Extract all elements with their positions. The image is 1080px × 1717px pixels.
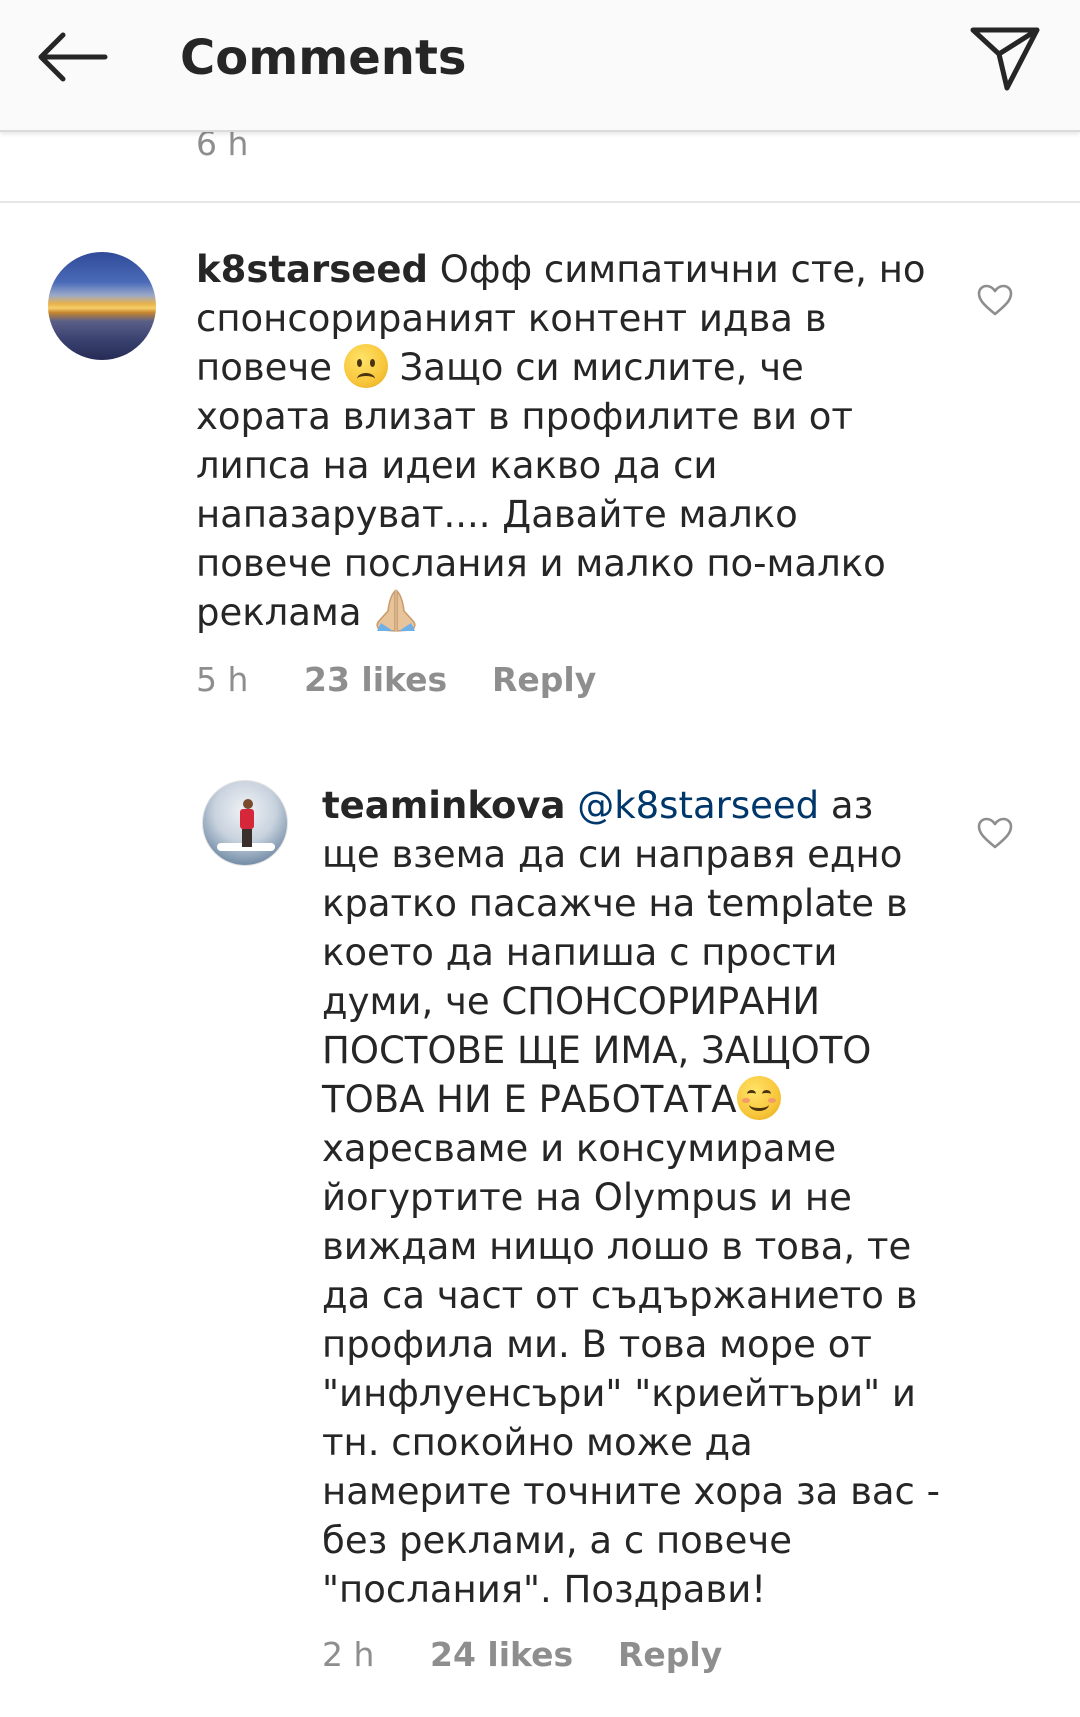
arrow-left-icon: [38, 32, 108, 82]
heart-icon: [977, 817, 1013, 849]
likes-count[interactable]: 24 likes: [430, 1635, 573, 1675]
folded-hands-icon: [373, 589, 419, 645]
heart-icon: [977, 284, 1013, 316]
comment-text-segment: Защо си мислите, че хората влизат в проф…: [196, 346, 886, 634]
comment-text-segment: харесваме и консумираме йогуртите на Oly…: [322, 1127, 941, 1611]
page-title: Comments: [180, 30, 467, 86]
comment-timestamp: 2 h: [322, 1635, 375, 1674]
top-bar: Comments: [0, 0, 1080, 132]
comment-username[interactable]: teaminkova: [322, 784, 565, 827]
reply-button[interactable]: Reply: [618, 1635, 722, 1675]
reply-comment-text: teaminkova @k8starseed аз ще взема да си…: [322, 781, 942, 1614]
comment-username[interactable]: k8starseed: [196, 248, 428, 291]
like-button[interactable]: [973, 811, 1017, 855]
comment-text-segment: аз ще взема да си направя едно кратко па…: [322, 784, 908, 1121]
paper-plane-icon: [970, 27, 1040, 91]
avatar[interactable]: [48, 252, 156, 360]
like-button[interactable]: [973, 278, 1017, 322]
mention-link[interactable]: @k8starseed: [577, 784, 819, 827]
share-button[interactable]: [965, 20, 1045, 96]
back-button[interactable]: [30, 22, 114, 92]
comment-text: k8starseed Офф симпатични сте, но спонсо…: [196, 245, 936, 645]
comment-timestamp: 5 h: [196, 660, 249, 699]
smiling-face-with-smiling-eyes-icon: [736, 1076, 781, 1120]
divider: [0, 201, 1080, 203]
reply-button[interactable]: Reply: [492, 660, 596, 700]
slightly-frowning-face-icon: [343, 344, 388, 388]
avatar[interactable]: [202, 780, 288, 866]
likes-count[interactable]: 23 likes: [304, 660, 447, 700]
